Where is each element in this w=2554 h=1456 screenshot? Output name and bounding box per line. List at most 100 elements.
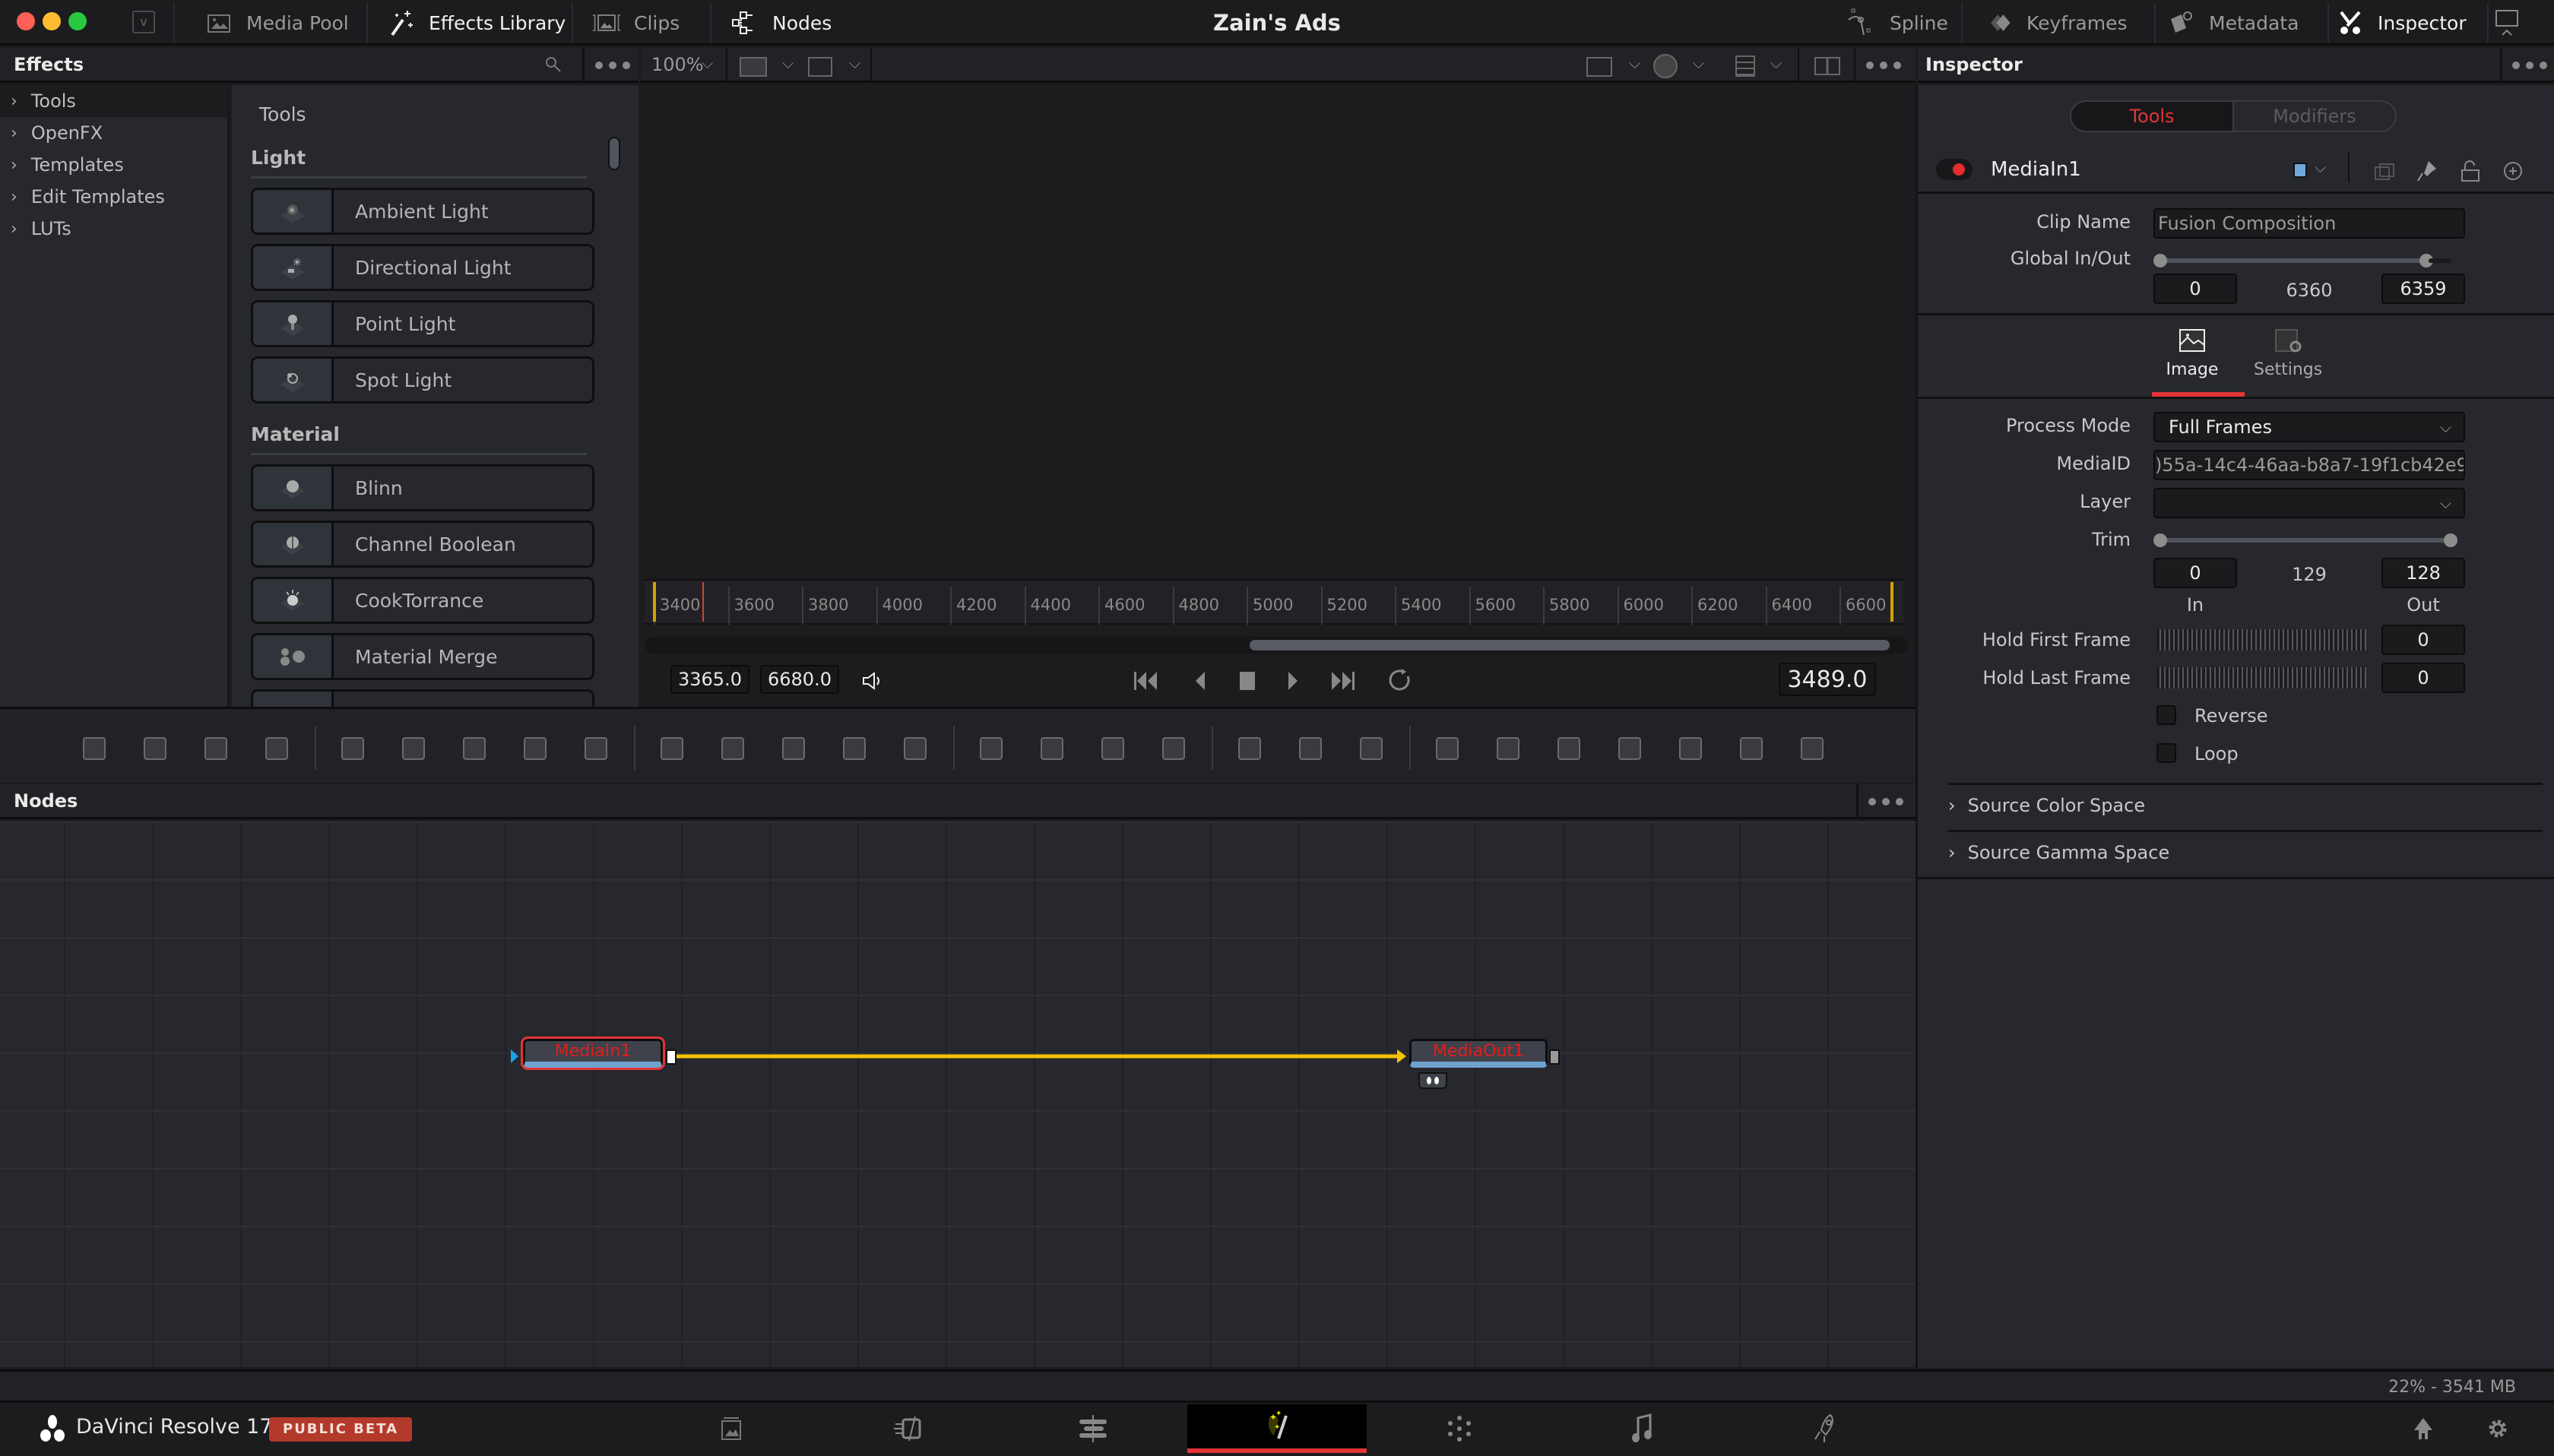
tab-tools[interactable]: Tools xyxy=(2071,102,2234,131)
viewer-canvas[interactable] xyxy=(641,85,1916,571)
minimize-window-button[interactable] xyxy=(43,12,61,30)
reverse-checkbox[interactable] xyxy=(2156,705,2176,725)
loop-checkbox[interactable] xyxy=(2156,743,2176,763)
audio-icon[interactable] xyxy=(854,666,891,696)
brightness-contrast-tool-icon[interactable] xyxy=(517,730,553,767)
viewer-indicator-icon[interactable] xyxy=(1418,1072,1447,1089)
chevron-down-icon[interactable]: ⌵ xyxy=(1770,54,1782,72)
node-mediaout1[interactable]: MediaOut1 xyxy=(1409,1039,1548,1068)
page-cut-button[interactable] xyxy=(821,1404,1000,1453)
viewer-options-menu[interactable] xyxy=(1865,62,1903,69)
effect-partial-next[interactable] xyxy=(251,689,594,707)
metadata-button[interactable]: Metadata xyxy=(2151,0,2314,46)
page-deliver-button[interactable] xyxy=(1735,1404,1914,1453)
tree-item-tools[interactable]: › Tools xyxy=(0,85,227,117)
pin-icon[interactable] xyxy=(2416,160,2438,185)
render-end-field[interactable]: 6680.0 xyxy=(760,665,839,694)
color-channel-icon[interactable] xyxy=(1653,54,1678,78)
transform-tool-icon[interactable] xyxy=(836,730,873,767)
inspector-button[interactable]: Inspector xyxy=(2320,0,2482,46)
effect-cooktorrance[interactable]: CookTorrance xyxy=(251,577,594,624)
section-source-color-space[interactable]: › Source Color Space xyxy=(1948,795,2145,816)
chevron-down-icon[interactable]: ⌵ xyxy=(1693,54,1704,72)
page-fusion-button[interactable]: ✦ ✦ ✦ xyxy=(1187,1404,1367,1453)
resize-tool-icon[interactable] xyxy=(897,730,933,767)
hold-first-frame-jog[interactable] xyxy=(2156,629,2366,650)
current-frame-field[interactable]: 3489.0 xyxy=(1779,663,1876,696)
paint-tool-icon[interactable] xyxy=(258,730,295,767)
page-color-button[interactable] xyxy=(1370,1404,1549,1453)
camera-3d-icon[interactable] xyxy=(1672,730,1709,767)
roi-icon[interactable] xyxy=(808,57,832,77)
effects-list-scrollbar[interactable] xyxy=(608,137,620,170)
text-tool-icon[interactable] xyxy=(198,730,234,767)
hue-curves-tool-icon[interactable] xyxy=(456,730,493,767)
color-curves-tool-icon[interactable] xyxy=(395,730,432,767)
background-tool-icon[interactable] xyxy=(76,730,112,767)
trim-out-field[interactable]: 128 xyxy=(2381,558,2465,588)
chevron-down-icon[interactable]: ⌵ xyxy=(849,54,860,72)
tree-item-templates[interactable]: › Templates xyxy=(0,149,227,181)
global-in-out-slider[interactable] xyxy=(2153,254,2433,267)
blur-tool-icon[interactable] xyxy=(578,730,614,767)
node-color-swatch[interactable] xyxy=(2293,163,2307,178)
effect-material-merge[interactable]: Material Merge xyxy=(251,633,594,680)
nodes-button[interactable]: Nodes xyxy=(715,0,847,46)
effect-channel-boolean[interactable]: Channel Boolean xyxy=(251,521,594,568)
time-ruler[interactable]: 3400 3600 3800 4000 4200 4400 4600 4800 5000 5200… xyxy=(645,579,1903,625)
mediaid-field[interactable]: )55a-14c4-46aa-b8a7-19f1cb42e930 xyxy=(2153,450,2465,480)
lock-icon[interactable] xyxy=(2461,160,2480,185)
panel-toggle-icon[interactable]: v xyxy=(132,11,155,33)
slider-handle-in[interactable] xyxy=(2153,533,2167,547)
tree-item-luts[interactable]: › LUTs xyxy=(0,213,227,245)
chevron-down-icon[interactable]: ⌵ xyxy=(782,54,794,72)
section-source-gamma-space[interactable]: › Source Gamma Space xyxy=(1948,842,2169,863)
clip-name-field[interactable]: Fusion Composition xyxy=(2153,208,2465,239)
shape-3d-icon[interactable] xyxy=(1429,730,1466,767)
page-edit-button[interactable] xyxy=(1003,1404,1183,1453)
text-3d-icon[interactable] xyxy=(1551,730,1587,767)
render-start-field[interactable]: 3365.0 xyxy=(670,665,749,694)
particle-merge-icon[interactable] xyxy=(1353,730,1389,767)
trim-slider[interactable] xyxy=(2153,533,2457,547)
film-icon[interactable] xyxy=(1586,57,1612,77)
chevron-down-icon[interactable]: ⌵ xyxy=(1629,54,1640,72)
effects-options-menu[interactable] xyxy=(594,62,631,69)
effect-blinn[interactable]: Blinn xyxy=(251,464,594,511)
fast-noise-tool-icon[interactable] xyxy=(137,730,173,767)
effects-library-button[interactable]: Effects Library xyxy=(371,0,581,46)
effect-directional-light[interactable]: ✳ Directional Light xyxy=(251,244,594,291)
grid-guides-icon[interactable] xyxy=(1735,55,1755,77)
layer-dropdown[interactable]: ⌵ xyxy=(2153,488,2465,518)
clips-button[interactable]: Clips xyxy=(576,0,695,46)
effect-spot-light[interactable]: Spot Light xyxy=(251,356,594,404)
go-to-end-icon[interactable] xyxy=(1327,666,1358,696)
bspline-mask-icon[interactable] xyxy=(1155,730,1192,767)
matte-control-tool-icon[interactable] xyxy=(775,730,812,767)
effect-ambient-light[interactable]: ✳ Ambient Light xyxy=(251,188,594,235)
tab-modifiers[interactable]: Modifiers xyxy=(2234,102,2395,131)
merge-3d-icon[interactable] xyxy=(1490,730,1526,767)
node-enable-toggle[interactable] xyxy=(1936,159,1973,180)
particle-render-icon[interactable] xyxy=(1292,730,1329,767)
chevron-down-icon[interactable]: ⌵ xyxy=(2315,158,2326,176)
trim-in-field[interactable]: 0 xyxy=(2153,558,2237,588)
tree-item-openfx[interactable]: › OpenFX xyxy=(0,117,227,149)
subtab-settings[interactable]: Settings xyxy=(2254,327,2322,379)
playhead[interactable] xyxy=(702,582,704,622)
page-media-button[interactable] xyxy=(642,1404,821,1453)
split-wipe-icon[interactable] xyxy=(740,57,767,77)
settings-gear-icon[interactable] xyxy=(2486,1416,2510,1444)
spline-button[interactable]: Spline xyxy=(1832,0,1963,46)
process-mode-dropdown[interactable]: Full Frames ⌵ xyxy=(2153,412,2465,442)
close-window-button[interactable] xyxy=(17,12,35,30)
global-in-marker[interactable] xyxy=(653,582,656,622)
page-fairlight-button[interactable] xyxy=(1552,1404,1732,1453)
dual-viewer-icon[interactable] xyxy=(1814,57,1840,75)
ellipse-mask-icon[interactable] xyxy=(1034,730,1070,767)
color-corrector-tool-icon[interactable] xyxy=(334,730,371,767)
search-icon[interactable] xyxy=(544,55,562,77)
hold-last-frame-field[interactable]: 0 xyxy=(2381,663,2465,693)
versions-icon[interactable] xyxy=(2374,161,2397,185)
polygon-mask-icon[interactable] xyxy=(1095,730,1131,767)
